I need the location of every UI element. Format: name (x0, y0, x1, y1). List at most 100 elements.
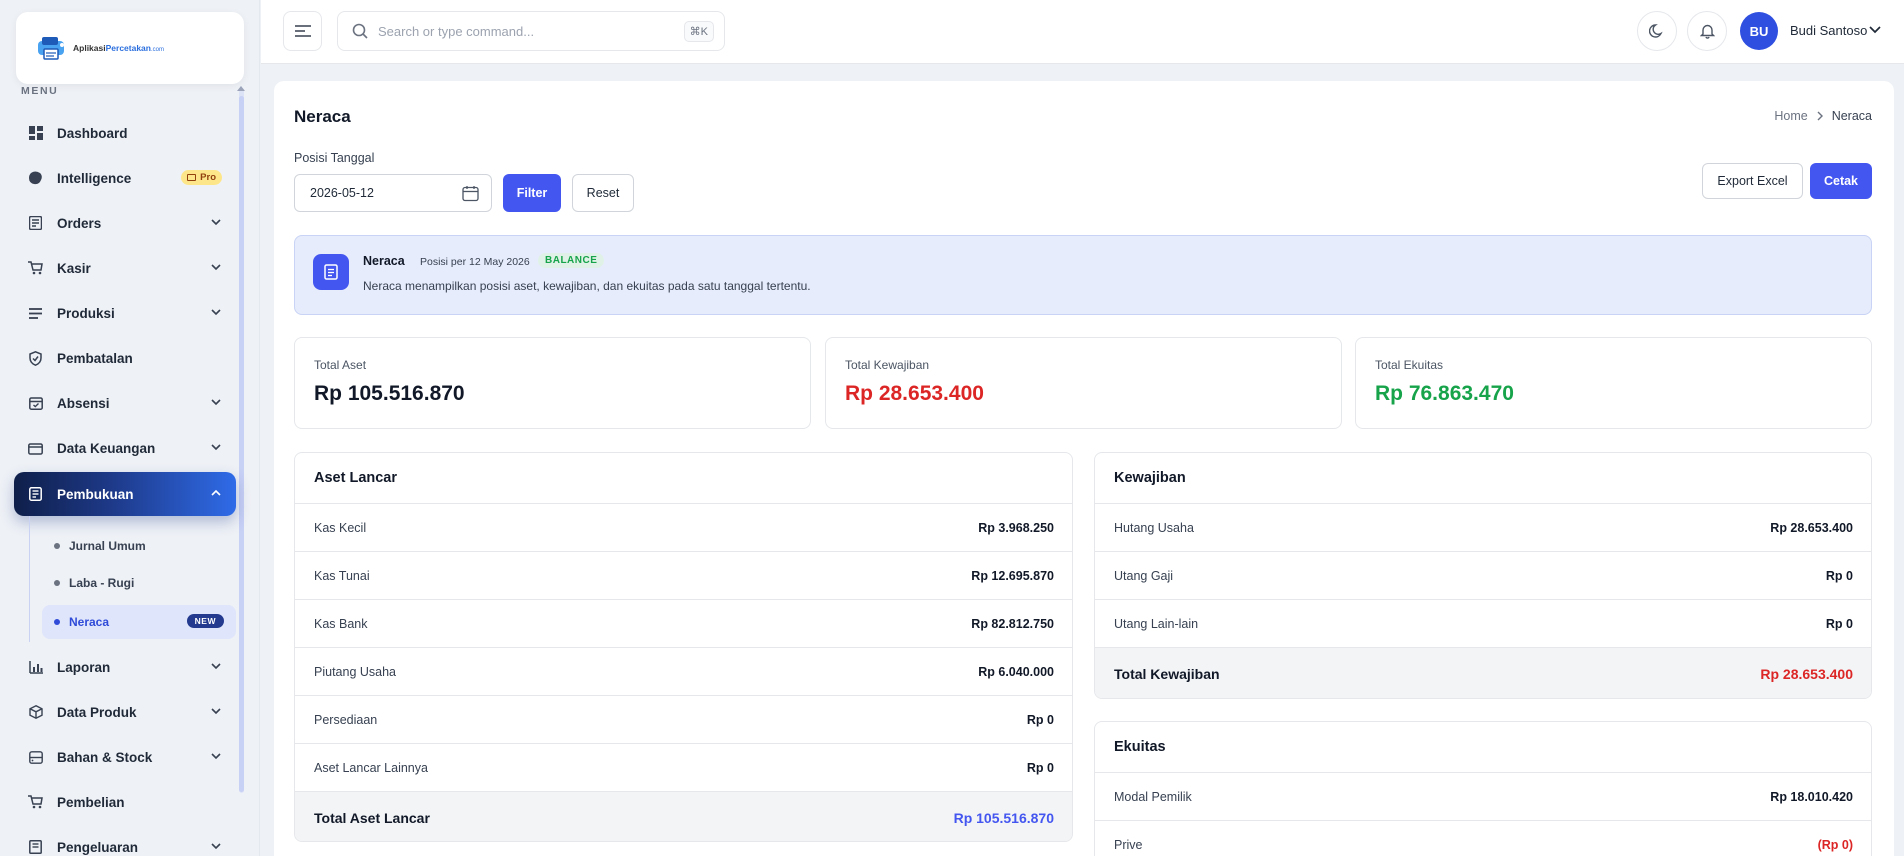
sidebar-item-dashboard[interactable]: Dashboard (14, 113, 236, 153)
date-input[interactable]: 2026-05-12 (294, 174, 492, 212)
row-label: Prive (1114, 837, 1143, 852)
table-row: Hutang Usaha Rp 28.653.400 (1095, 504, 1871, 552)
menu-toggle-button[interactable] (283, 11, 322, 51)
page-title: Neraca (294, 107, 351, 126)
chevron-down-icon[interactable] (1868, 25, 1882, 35)
sidebar-item-label: Pembatalan (57, 350, 133, 366)
list-icon (28, 306, 43, 321)
sidebar-item-intelligence[interactable]: Intelligence Pro (14, 158, 236, 198)
sidebar-item-label: Dashboard (57, 125, 128, 141)
row-value: Rp 3.968.250 (978, 520, 1054, 535)
chevron-down-icon (211, 843, 221, 850)
sidebar-item-label: Pembukuan (57, 486, 134, 502)
stat-value: Rp 76.863.470 (1375, 382, 1514, 405)
scrollbar-thumb[interactable] (239, 96, 244, 792)
sidebar-item-label: Orders (57, 215, 102, 231)
export-excel-button[interactable]: Export Excel (1702, 163, 1803, 199)
bullet-dot (54, 580, 60, 586)
stat-card-total-aset: Total Aset Rp 105.516.870 (294, 337, 811, 429)
database-icon (28, 750, 43, 765)
stat-value: Rp 105.516.870 (314, 382, 465, 405)
stat-label: Total Aset (314, 358, 367, 372)
aset-lancar-panel: Aset Lancar Kas Kecil Rp 3.968.250 Kas Tu… (294, 452, 1073, 842)
logo-card[interactable]: AplikasiPercetakan.com (16, 12, 244, 84)
sidebar-item-produksi[interactable]: Produksi (14, 293, 236, 333)
balance-status-badge: BALANCE (538, 253, 605, 268)
panel-title: Aset Lancar (295, 453, 1072, 504)
total-value: Rp 105.516.870 (953, 809, 1054, 826)
total-label: Total Aset Lancar (314, 809, 430, 826)
sidebar-item-pembukuan[interactable]: Pembukuan (14, 472, 236, 516)
table-row: Modal Pemilik Rp 18.010.420 (1095, 773, 1871, 821)
row-label: Kas Tunai (314, 568, 370, 583)
print-button[interactable]: Cetak (1810, 163, 1872, 199)
avatar[interactable]: BU (1740, 12, 1778, 50)
sidebar-item-label: Data Keuangan (57, 440, 156, 456)
sidebar-subitem-label: Laba - Rugi (69, 576, 135, 590)
sidebar-item-data-keuangan[interactable]: Data Keuangan (14, 428, 236, 468)
sidebar-item-pembelian[interactable]: Pembelian (14, 782, 236, 822)
sidebar-item-orders[interactable]: Orders (14, 203, 236, 243)
chevron-down-icon (211, 219, 221, 226)
table-row: Aset Lancar Lainnya Rp 0 (295, 744, 1072, 792)
sidebar-subitem-jurnal-umum[interactable]: Jurnal Umum (42, 529, 236, 563)
sidebar-item-pembatalan[interactable]: Pembatalan (14, 338, 236, 378)
panel-title: Ekuitas (1095, 722, 1871, 773)
theme-toggle-button[interactable] (1637, 11, 1677, 51)
row-label: Aset Lancar Lainnya (314, 760, 428, 775)
dashboard-icon (28, 126, 43, 141)
chart-icon (28, 660, 43, 675)
hamburger-icon (294, 25, 311, 37)
sidebar-item-laporan[interactable]: Laporan (14, 647, 236, 687)
info-description: Neraca menampilkan posisi aset, kewajiba… (363, 279, 811, 293)
row-value: Rp 28.653.400 (1770, 520, 1853, 535)
table-row: Kas Tunai Rp 12.695.870 (295, 552, 1072, 600)
table-row: Piutang Usaha Rp 6.040.000 (295, 648, 1072, 696)
reset-button[interactable]: Reset (572, 174, 634, 212)
calendar-icon[interactable] (462, 185, 479, 202)
stat-label: Total Ekuitas (1375, 358, 1444, 372)
ekuitas-panel: Ekuitas Modal Pemilik Rp 18.010.420 Prive… (1094, 721, 1872, 856)
row-label: Hutang Usaha (1114, 520, 1194, 535)
breadcrumb: Home Neraca (1774, 109, 1872, 123)
user-name[interactable]: Budi Santoso (1790, 23, 1867, 38)
sidebar-item-pengeluaran[interactable]: Pengeluaran (14, 827, 236, 856)
notifications-button[interactable] (1687, 11, 1727, 51)
info-date: Posisi per 12 May 2026 (420, 256, 530, 268)
sidebar-subitem-neraca[interactable]: Neraca NEW (42, 605, 236, 639)
sidebar-item-kasir[interactable]: Kasir (14, 248, 236, 288)
sidebar-subitem-laba-rugi[interactable]: Laba - Rugi (42, 566, 236, 600)
sidebar-item-label: Intelligence (57, 170, 132, 186)
stat-value: Rp 28.653.400 (845, 382, 984, 405)
shortcut-hint: ⌘K (683, 21, 714, 42)
row-value: Rp 0 (1026, 760, 1054, 775)
sidebar-item-absensi[interactable]: Absensi (14, 383, 236, 423)
wallet-icon (28, 441, 43, 456)
sidebar-item-data-produk[interactable]: Data Produk (14, 692, 236, 732)
row-value: (Rp 0) (1817, 837, 1853, 852)
sidebar-item-bahan-stock[interactable]: Bahan & Stock (14, 737, 236, 777)
sidebar-item-label: Data Produk (57, 704, 137, 720)
table-row: Prive (Rp 0) (1095, 821, 1871, 856)
kewajiban-panel: Kewajiban Hutang Usaha Rp 28.653.400 Utan… (1094, 452, 1872, 699)
chevron-up-icon (211, 489, 221, 496)
book-icon (28, 487, 43, 502)
sidebar-subitem-label: Neraca (69, 615, 110, 629)
card-icon (187, 174, 197, 181)
submenu-guide-line (29, 516, 30, 642)
search-input[interactable]: Search or type command... ⌘K (337, 11, 725, 51)
breadcrumb-home-link[interactable]: Home (1774, 109, 1807, 123)
row-label: Piutang Usaha (314, 664, 397, 679)
filter-button[interactable]: Filter (503, 174, 561, 212)
table-row: Kas Bank Rp 82.812.750 (295, 600, 1072, 648)
scroll-up-arrow-icon[interactable] (237, 86, 245, 91)
chevron-right-icon (1817, 111, 1823, 121)
sidebar-item-label: Produksi (57, 305, 115, 321)
main-content: Neraca Home Neraca Posisi Tanggal 2026-0… (274, 81, 1894, 856)
chevron-down-icon (211, 663, 221, 670)
pro-badge: Pro (181, 170, 222, 185)
sidebar-subitem-label: Jurnal Umum (69, 539, 146, 553)
row-value: Rp 18.010.420 (1770, 789, 1853, 804)
total-row: Total Kewajiban Rp 28.653.400 (1095, 648, 1871, 698)
table-row: Utang Lain-lain Rp 0 (1095, 600, 1871, 648)
